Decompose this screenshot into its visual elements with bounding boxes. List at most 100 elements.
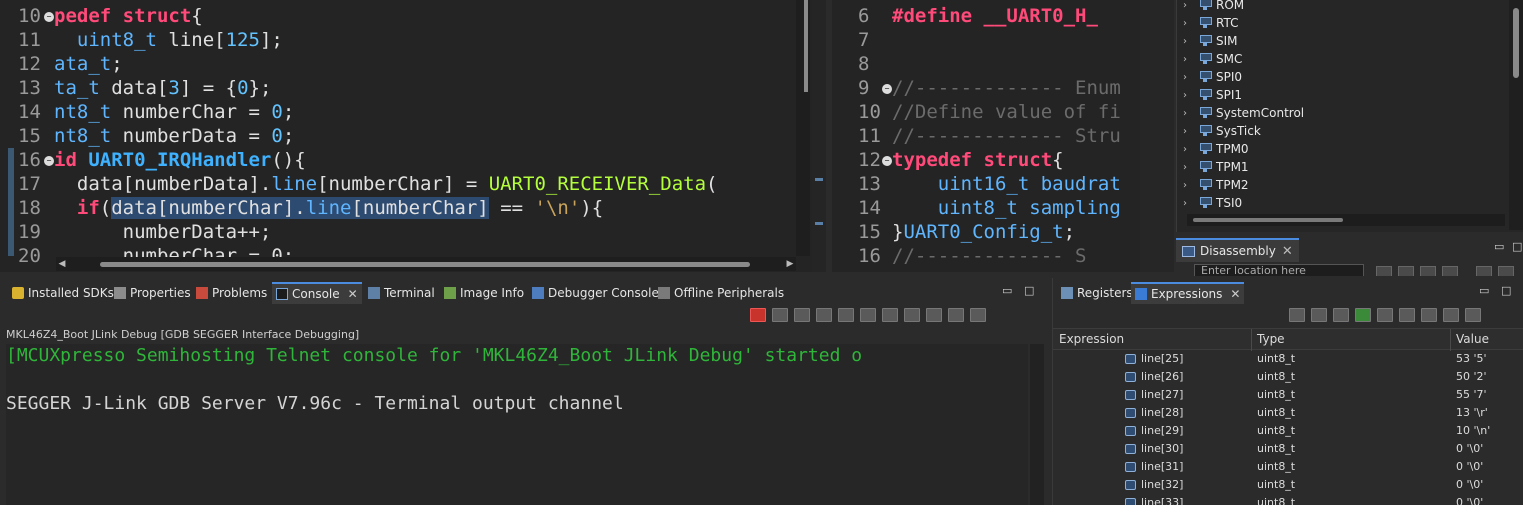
console-output[interactable]: [MCUXpresso Semihosting Telnet console f… <box>6 344 1028 505</box>
expression-row[interactable]: line[33] uint8_t 0 '\0' <box>1053 494 1523 505</box>
expression-value[interactable]: 10 '\n' <box>1456 424 1490 437</box>
scroll-left-arrow-icon[interactable]: ◀ <box>56 257 68 271</box>
tree-horizontal-scrollbar[interactable] <box>1187 214 1505 226</box>
terminate-button[interactable] <box>750 308 766 322</box>
code-line[interactable]: 13 uint16_t baudrat <box>858 172 1121 196</box>
tree-item-rtc[interactable]: › RTC <box>1183 14 1238 32</box>
remove-expression-button[interactable] <box>1377 308 1393 322</box>
word-wrap-button[interactable] <box>860 308 876 322</box>
tab-registers[interactable]: Registers <box>1057 282 1137 304</box>
tree-item-smc[interactable]: › SMC <box>1183 50 1242 68</box>
scrollbar-thumb[interactable] <box>100 262 750 267</box>
expressions-view[interactable]: Registers Expressions ✕ ▭ □ Expression Ty… <box>1052 278 1523 505</box>
scrollbar-thumb[interactable] <box>804 0 808 92</box>
chevron-right-icon[interactable]: › <box>1183 144 1195 155</box>
expression-value[interactable]: 50 '2' <box>1456 370 1487 383</box>
expression-value[interactable]: 0 '\0' <box>1456 442 1483 455</box>
fold-toggle-icon[interactable]: − <box>44 11 54 22</box>
tab-debugger-console[interactable]: Debugger Console <box>528 282 663 304</box>
overview-marker[interactable] <box>815 178 823 181</box>
chevron-right-icon[interactable]: › <box>1183 18 1195 29</box>
code-line[interactable]: 14 nt8_t numberChar = 0; <box>18 100 718 124</box>
close-icon[interactable]: ✕ <box>348 287 358 301</box>
tree-item-systick[interactable]: › SysTick <box>1183 122 1261 140</box>
expression-value[interactable]: 0 '\0' <box>1456 460 1483 473</box>
expression-row[interactable]: line[28] uint8_t 13 '\r' <box>1053 404 1523 422</box>
chevron-right-icon[interactable]: › <box>1183 126 1195 137</box>
code-line[interactable]: 15 nt8_t numberData = 0; <box>18 124 718 148</box>
expression-value[interactable]: 13 '\r' <box>1456 406 1488 419</box>
tree-item-spi1[interactable]: › SPI1 <box>1183 86 1242 104</box>
toolbar-button[interactable] <box>1442 266 1458 276</box>
show-logical-structure-button[interactable] <box>1311 308 1327 322</box>
tree-item-tsi0[interactable]: › TSI0 <box>1183 194 1242 212</box>
clear-console-button[interactable] <box>816 308 832 322</box>
column-value[interactable]: Value <box>1456 332 1489 346</box>
column-type[interactable]: Type <box>1257 332 1285 346</box>
tree-item-tpm2[interactable]: › TPM2 <box>1183 176 1249 194</box>
show-stdout-button[interactable] <box>882 308 898 322</box>
disassembly-view[interactable]: Disassembly ✕ ▭ □ Enter location here <box>1176 236 1523 276</box>
tree-item-systemcontrol[interactable]: › SystemControl <box>1183 104 1304 122</box>
column-divider[interactable] <box>1450 329 1451 351</box>
expression-value[interactable]: 0 '\0' <box>1456 496 1483 505</box>
code-line[interactable]: 10 //Define value of fi <box>858 100 1121 124</box>
show-type-names-button[interactable] <box>1289 308 1305 322</box>
console-vertical-scrollbar[interactable] <box>1030 344 1044 505</box>
code-line[interactable]: 18 if(data[numberChar].line[numberChar] … <box>18 196 718 220</box>
tab-disassembly[interactable]: Disassembly ✕ <box>1176 238 1299 262</box>
tab-problems[interactable]: Problems <box>192 282 271 304</box>
chevron-right-icon[interactable]: › <box>1183 90 1195 101</box>
pin-console-button[interactable] <box>926 308 942 322</box>
remove-launch-button[interactable] <box>772 308 788 322</box>
chevron-right-icon[interactable]: › <box>1183 198 1195 209</box>
chevron-right-icon[interactable]: › <box>1183 162 1195 173</box>
tree-item-tpm1[interactable]: › TPM1 <box>1183 158 1249 176</box>
new-view-button[interactable] <box>1421 308 1437 322</box>
scroll-right-arrow-icon[interactable]: ▶ <box>784 257 796 271</box>
editor-vertical-scrollbar[interactable] <box>1140 0 1174 272</box>
expression-row[interactable]: line[27] uint8_t 55 '7' <box>1053 386 1523 404</box>
toolbar-button[interactable] <box>1398 266 1414 276</box>
expression-row[interactable]: line[31] uint8_t 0 '\0' <box>1053 458 1523 476</box>
expression-value[interactable]: 53 '5' <box>1456 352 1487 365</box>
code-line[interactable]: 14 uint8_t sampling <box>858 196 1121 220</box>
scrollbar-thumb[interactable] <box>1193 218 1343 222</box>
chevron-right-icon[interactable]: › <box>1183 54 1195 65</box>
tab-terminal[interactable]: Terminal <box>364 282 439 304</box>
maximize-icon[interactable]: □ <box>1512 240 1522 253</box>
tab-expressions[interactable]: Expressions ✕ <box>1131 282 1245 304</box>
tree-item-sim[interactable]: › SIM <box>1183 32 1238 50</box>
code-line[interactable]: 9 −//------------- Enum <box>858 76 1121 100</box>
expression-row[interactable]: line[29] uint8_t 10 '\n' <box>1053 422 1523 440</box>
code-lines[interactable]: 6 #define __UART0_H_ 7 8 9−//------------- E… <box>858 4 1121 268</box>
chevron-right-icon[interactable]: › <box>1183 72 1195 83</box>
expression-value[interactable]: 0 '\0' <box>1456 478 1483 491</box>
code-line[interactable]: 10− pedef struct{ <box>18 4 718 28</box>
code-line[interactable]: 6 #define __UART0_H_ <box>858 4 1121 28</box>
add-expression-button[interactable] <box>1355 308 1371 322</box>
expression-row[interactable]: line[25] uint8_t 53 '5' <box>1053 350 1523 368</box>
close-icon[interactable]: ✕ <box>1230 287 1240 301</box>
close-icon[interactable]: ✕ <box>1282 244 1293 259</box>
code-line[interactable]: 11 uint8_t line[125]; <box>18 28 718 52</box>
toolbar-button[interactable] <box>1476 266 1492 276</box>
code-line[interactable]: 12− typedef struct{ <box>858 148 1121 172</box>
chevron-right-icon[interactable]: › <box>1183 36 1195 47</box>
minimize-icon[interactable]: ▭ <box>1479 284 1489 297</box>
open-console-button[interactable] <box>970 308 986 322</box>
editor-horizontal-scrollbar[interactable]: ◀ ▶ <box>56 257 796 271</box>
expression-row[interactable]: line[32] uint8_t 0 '\0' <box>1053 476 1523 494</box>
tree-item-tpm0[interactable]: › TPM0 <box>1183 140 1249 158</box>
location-input[interactable]: Enter location here <box>1194 264 1364 276</box>
expression-value[interactable]: 55 '7' <box>1456 388 1487 401</box>
tab-console[interactable]: Console ✕ <box>272 282 362 304</box>
fold-toggle-icon[interactable]: − <box>44 155 54 166</box>
scrollbar-thumb[interactable] <box>1513 8 1519 78</box>
minimize-icon[interactable]: ▭ <box>1002 284 1012 297</box>
toolbar-button[interactable] <box>1420 266 1436 276</box>
editor-uart0-c[interactable]: 10− pedef struct{11 uint8_t line[125]; 12 a… <box>0 0 826 272</box>
overview-marker[interactable] <box>815 222 823 225</box>
overview-ruler[interactable] <box>812 0 826 272</box>
remove-all-button[interactable] <box>794 308 810 322</box>
